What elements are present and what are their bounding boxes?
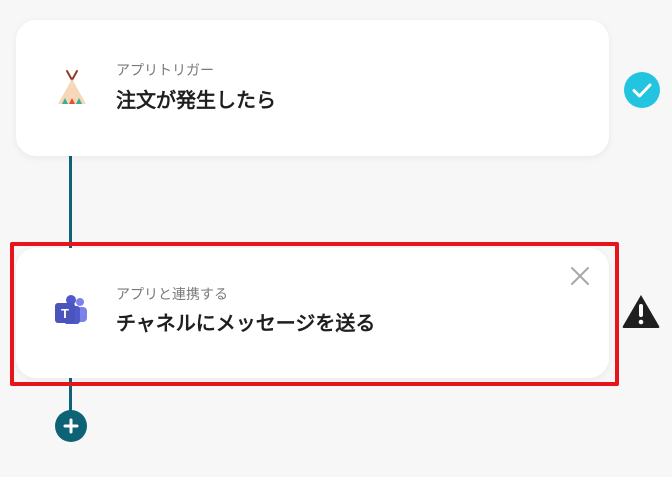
warning-icon [621, 293, 661, 329]
add-step-button[interactable] [55, 410, 87, 442]
step-title: 注文が発生したら [116, 88, 276, 112]
flow-connector-top [69, 156, 72, 248]
trigger-step-card[interactable]: アプリトリガー 注文が発生したら [16, 20, 609, 156]
selection-highlight-frame [10, 242, 619, 386]
tent-icon [52, 68, 92, 108]
step-type-label: アプリトリガー [116, 63, 214, 79]
check-circle-icon [624, 72, 660, 108]
plus-icon [63, 418, 79, 434]
